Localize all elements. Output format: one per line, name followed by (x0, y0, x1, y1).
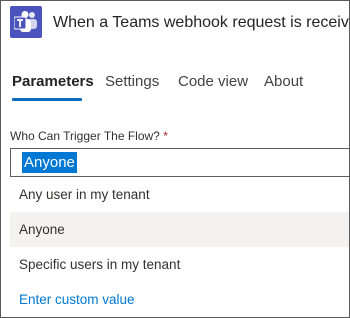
tab-settings[interactable]: Settings (105, 73, 159, 90)
option-anyone[interactable]: Anyone (10, 212, 349, 247)
panel-title: When a Teams webhook request is received (53, 14, 350, 31)
dropdown-list: Any user in my tenant Anyone Specific us… (10, 177, 349, 317)
tab-code-view[interactable]: Code view (178, 73, 248, 90)
field-label-text: Who Can Trigger The Flow? (10, 129, 160, 143)
tab-about[interactable]: About (264, 73, 303, 90)
required-mark: * (163, 129, 168, 143)
option-specific-users[interactable]: Specific users in my tenant (10, 247, 349, 282)
tab-parameters[interactable]: Parameters (12, 73, 94, 90)
selected-value: Anyone (22, 152, 77, 173)
active-tab-indicator (12, 98, 82, 101)
enter-custom-value-link[interactable]: Enter custom value (10, 282, 349, 317)
teams-icon (10, 6, 42, 38)
who-can-trigger-select[interactable]: Anyone (10, 148, 349, 177)
trigger-panel: When a Teams webhook request is received… (0, 0, 350, 318)
tab-bar: Parameters Settings Code view About (1, 73, 349, 103)
panel-header: When a Teams webhook request is received (1, 1, 349, 47)
option-any-user-in-tenant[interactable]: Any user in my tenant (10, 177, 349, 212)
field-label: Who Can Trigger The Flow? * (10, 129, 168, 143)
